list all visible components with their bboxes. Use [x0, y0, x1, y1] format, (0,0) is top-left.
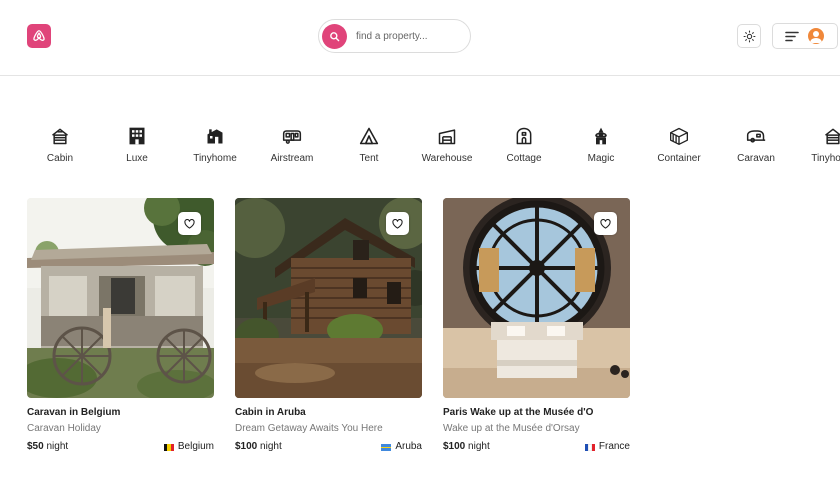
category-tinyhome-2[interactable]: Tinyhome	[797, 120, 840, 164]
search-input[interactable]	[356, 30, 456, 42]
warehouse-icon	[438, 129, 456, 145]
favorite-heart-icon[interactable]	[178, 212, 201, 235]
listing-subtitle: Wake up at the Musée d'Orsay	[443, 423, 580, 434]
category-label: Cabin	[46, 153, 74, 164]
tinyhome-icon	[825, 128, 840, 145]
price-unit: night	[468, 441, 490, 452]
category-label: Tinyhome	[193, 153, 237, 164]
listing-title: Caravan in Belgium	[27, 407, 121, 418]
tinyhome-icon	[207, 129, 223, 144]
listing-location: France	[584, 441, 630, 453]
category-bar: Cabin Luxe Tinyhome Airstream Tent Wareh…	[0, 120, 840, 168]
category-luxe[interactable]: Luxe	[101, 120, 173, 164]
price-amount: $100	[235, 441, 258, 452]
category-label: Warehouse	[421, 153, 473, 164]
listing-subtitle: Caravan Holiday	[27, 423, 101, 434]
category-container[interactable]: Container	[643, 120, 715, 164]
menu-icon	[785, 31, 799, 41]
category-tent[interactable]: Tent	[333, 120, 405, 164]
magic-icon	[595, 127, 607, 145]
aruba-flag-icon	[381, 443, 392, 451]
category-label: Luxe	[126, 153, 148, 164]
listing-country: France	[598, 441, 630, 452]
favorite-heart-icon[interactable]	[594, 212, 617, 235]
header	[0, 0, 840, 76]
listing-title: Paris Wake up at the Musée d'O	[443, 407, 594, 418]
tent-icon	[359, 127, 379, 145]
user-menu-button[interactable]	[772, 23, 838, 49]
listing-price: $50 night	[27, 441, 68, 453]
listing-location: Aruba	[381, 441, 422, 453]
category-label: Magic	[587, 153, 615, 164]
listing-subtitle: Dream Getaway Awaits You Here	[235, 423, 383, 434]
listing-location: Belgium	[163, 441, 214, 453]
container-icon	[670, 127, 688, 145]
listing-country: Aruba	[395, 441, 422, 452]
price-amount: $100	[443, 441, 466, 452]
sun-icon[interactable]	[737, 24, 761, 48]
caravan-icon	[746, 130, 766, 143]
listing-price: $100 night	[235, 441, 282, 453]
search-bar[interactable]	[318, 19, 471, 53]
price-unit: night	[260, 441, 282, 452]
listing-photo[interactable]	[235, 198, 422, 398]
category-label: Container	[657, 153, 701, 164]
building-icon	[129, 127, 145, 145]
category-airstream[interactable]: Airstream	[256, 120, 328, 164]
category-label: Cottage	[506, 153, 542, 164]
category-magic[interactable]: Magic	[565, 120, 637, 164]
listing-card[interactable]: Cabin in Aruba Dream Getaway Awaits You …	[235, 198, 422, 453]
airbnb-logo-icon[interactable]	[27, 24, 51, 48]
category-label: Airstream	[270, 153, 314, 164]
category-label: Tinyhome	[811, 153, 840, 164]
cottage-icon	[516, 127, 532, 145]
category-caravan[interactable]: Caravan	[720, 120, 792, 164]
cabin-icon	[52, 128, 68, 145]
listing-card[interactable]: Caravan in Belgium Caravan Holiday $50 n…	[27, 198, 214, 453]
category-tinyhome[interactable]: Tinyhome	[179, 120, 251, 164]
listing-title: Cabin in Aruba	[235, 407, 306, 418]
price-amount: $50	[27, 441, 44, 452]
user-avatar-icon	[808, 28, 824, 44]
category-warehouse[interactable]: Warehouse	[411, 120, 483, 164]
category-cottage[interactable]: Cottage	[488, 120, 560, 164]
listing-photo[interactable]	[27, 198, 214, 398]
category-label: Tent	[359, 153, 379, 164]
category-label: Caravan	[737, 153, 775, 164]
belgium-flag-icon	[163, 443, 174, 451]
category-cabin[interactable]: Cabin	[24, 120, 96, 164]
listing-photo[interactable]	[443, 198, 630, 398]
france-flag-icon	[584, 443, 595, 451]
listing-country: Belgium	[177, 441, 214, 452]
favorite-heart-icon[interactable]	[386, 212, 409, 235]
airstream-icon	[282, 130, 302, 144]
search-icon[interactable]	[322, 23, 347, 49]
listing-price: $100 night	[443, 441, 490, 453]
price-unit: night	[46, 441, 69, 452]
listing-card[interactable]: Paris Wake up at the Musée d'O Wake up a…	[443, 198, 630, 453]
